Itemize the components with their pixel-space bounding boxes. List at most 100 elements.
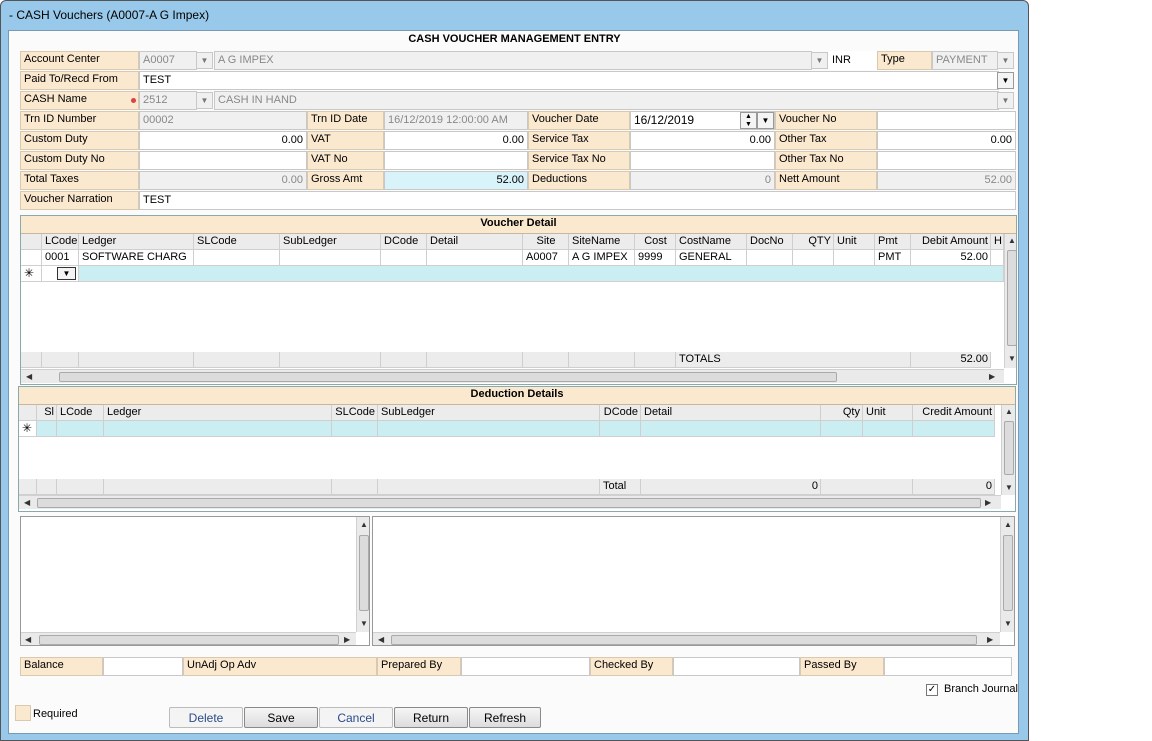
scroll-thumb[interactable] [1003,535,1013,611]
debit-amount-cell[interactable]: 52.00 [911,250,991,266]
passed-by-field[interactable] [884,657,1012,676]
service-tax-field[interactable]: 0.00 [630,131,775,150]
left-notes-pane[interactable]: ▲ ▼ ◀ ▶ [20,516,370,646]
lcode-cell[interactable] [57,421,104,437]
account-center-code-field[interactable]: A0007 [139,51,197,70]
column-header[interactable]: Cost [635,234,676,250]
column-header[interactable]: LCode [57,405,104,421]
detail-cell[interactable] [427,250,523,266]
column-header[interactable]: DCode [381,234,427,250]
qty-cell[interactable] [821,421,863,437]
column-header[interactable]: Credit Amount [913,405,995,421]
scroll-thumb[interactable] [391,635,977,645]
horizontal-scrollbar[interactable]: ◀ ▶ [21,632,356,645]
checked-by-field[interactable] [673,657,800,676]
detail-cell[interactable] [641,421,821,437]
column-header[interactable]: SLCode [194,234,280,250]
date-spinner-icon[interactable]: ▲ ▼ [740,112,757,129]
column-header[interactable]: Detail [641,405,821,421]
scroll-thumb[interactable] [1004,421,1014,475]
scroll-down-icon[interactable]: ▼ [360,619,368,628]
row-selector[interactable] [21,250,42,266]
other-tax-no-field[interactable] [877,151,1016,170]
scroll-thumb[interactable] [359,535,369,611]
lcode-cell[interactable]: 0001 [42,250,79,266]
scroll-left-icon[interactable]: ◀ [378,635,384,644]
prepared-by-field[interactable] [461,657,590,676]
ledger-cell[interactable]: SOFTWARE CHARG [79,250,194,266]
chevron-down-icon[interactable]: ▼ [196,52,213,69]
column-header[interactable]: SubLedger [378,405,600,421]
paid-to-field[interactable]: TEST [139,71,999,90]
chevron-down-icon[interactable]: ▼ [196,92,213,109]
chevron-down-icon[interactable]: ▼ [997,92,1014,109]
vat-no-field[interactable] [384,151,528,170]
new-row[interactable]: ✳ [19,421,995,437]
balance-field[interactable] [103,657,183,676]
cash-code-field[interactable]: 2512 [139,91,197,110]
column-header[interactable]: Unit [863,405,913,421]
cash-name-field[interactable]: CASH IN HAND [214,91,999,110]
narration-field[interactable]: TEST [139,191,1016,210]
return-button[interactable]: Return [394,707,468,728]
scroll-thumb[interactable] [37,498,981,508]
cancel-button[interactable]: Cancel [319,707,393,728]
scroll-up-icon[interactable]: ▲ [1005,407,1013,416]
qty-cell[interactable] [793,250,834,266]
pmt-cell[interactable]: PMT [875,250,911,266]
costname-cell[interactable]: GENERAL [676,250,747,266]
scroll-right-icon[interactable]: ▶ [985,498,991,507]
table-row[interactable]: 0001 SOFTWARE CHARG A0007 A G IMPEX 9999… [21,250,1004,266]
subledger-cell[interactable] [280,250,381,266]
vertical-scrollbar[interactable]: ▲ ▼ [1004,234,1016,368]
branch-journal-checkbox[interactable]: ✓ [926,684,938,696]
column-header[interactable]: DocNo [747,234,793,250]
column-header[interactable]: LCode [42,234,79,250]
vat-field[interactable]: 0.00 [384,131,528,150]
column-header[interactable]: Qty [821,405,863,421]
save-button[interactable]: Save [244,707,318,728]
lcode-dropdown[interactable]: ▼ [42,266,79,282]
cost-cell[interactable]: 9999 [635,250,676,266]
chevron-down-icon[interactable]: ▼ [997,72,1014,89]
calendar-dropdown-icon[interactable]: ▼ [757,112,774,129]
scroll-up-icon[interactable]: ▲ [1004,520,1012,529]
new-row-cells[interactable] [79,266,1004,282]
scroll-up-icon[interactable]: ▲ [1008,236,1016,245]
column-header[interactable]: Pmt [875,234,911,250]
right-notes-pane[interactable]: ▲ ▼ ◀ ▶ [372,516,1015,646]
column-header[interactable]: CostName [676,234,747,250]
chevron-down-icon[interactable]: ▼ [997,52,1014,69]
voucher-no-field[interactable] [877,111,1016,130]
sl-cell[interactable] [37,421,57,437]
type-field[interactable]: PAYMENT [932,51,998,70]
trn-id-field[interactable]: 00002 [139,111,307,130]
column-header[interactable]: Ledger [104,405,332,421]
sitename-cell[interactable]: A G IMPEX [569,250,635,266]
scroll-right-icon[interactable]: ▶ [989,372,995,381]
horizontal-scrollbar[interactable]: ◀ ▶ [21,369,1004,383]
column-header[interactable]: Detail [427,234,523,250]
new-row[interactable]: ✳ ▼ [21,266,1004,282]
docno-cell[interactable] [747,250,793,266]
delete-button[interactable]: Delete [169,707,243,728]
scroll-thumb[interactable] [39,635,339,645]
column-header[interactable]: Ledger [79,234,194,250]
scroll-down-icon[interactable]: ▼ [1004,619,1012,628]
scroll-right-icon[interactable]: ▶ [344,635,350,644]
scroll-right-icon[interactable]: ▶ [987,635,993,644]
column-header[interactable]: Sl [37,405,57,421]
vertical-scrollbar[interactable]: ▲ ▼ [1000,517,1014,632]
refresh-button[interactable]: Refresh [469,707,541,728]
scroll-thumb[interactable] [1007,250,1016,346]
vertical-scrollbar[interactable]: ▲ ▼ [356,517,369,632]
column-header[interactable]: Unit [834,234,875,250]
column-header[interactable]: H [991,234,1004,250]
column-header[interactable]: Debit Amount [911,234,991,250]
other-tax-field[interactable]: 0.00 [877,131,1016,150]
chevron-down-icon[interactable]: ▼ [57,267,76,280]
chevron-down-icon[interactable]: ▼ [811,52,828,69]
scroll-left-icon[interactable]: ◀ [25,635,31,644]
unit-cell[interactable] [834,250,875,266]
horizontal-scrollbar[interactable]: ◀ ▶ [19,495,1001,509]
